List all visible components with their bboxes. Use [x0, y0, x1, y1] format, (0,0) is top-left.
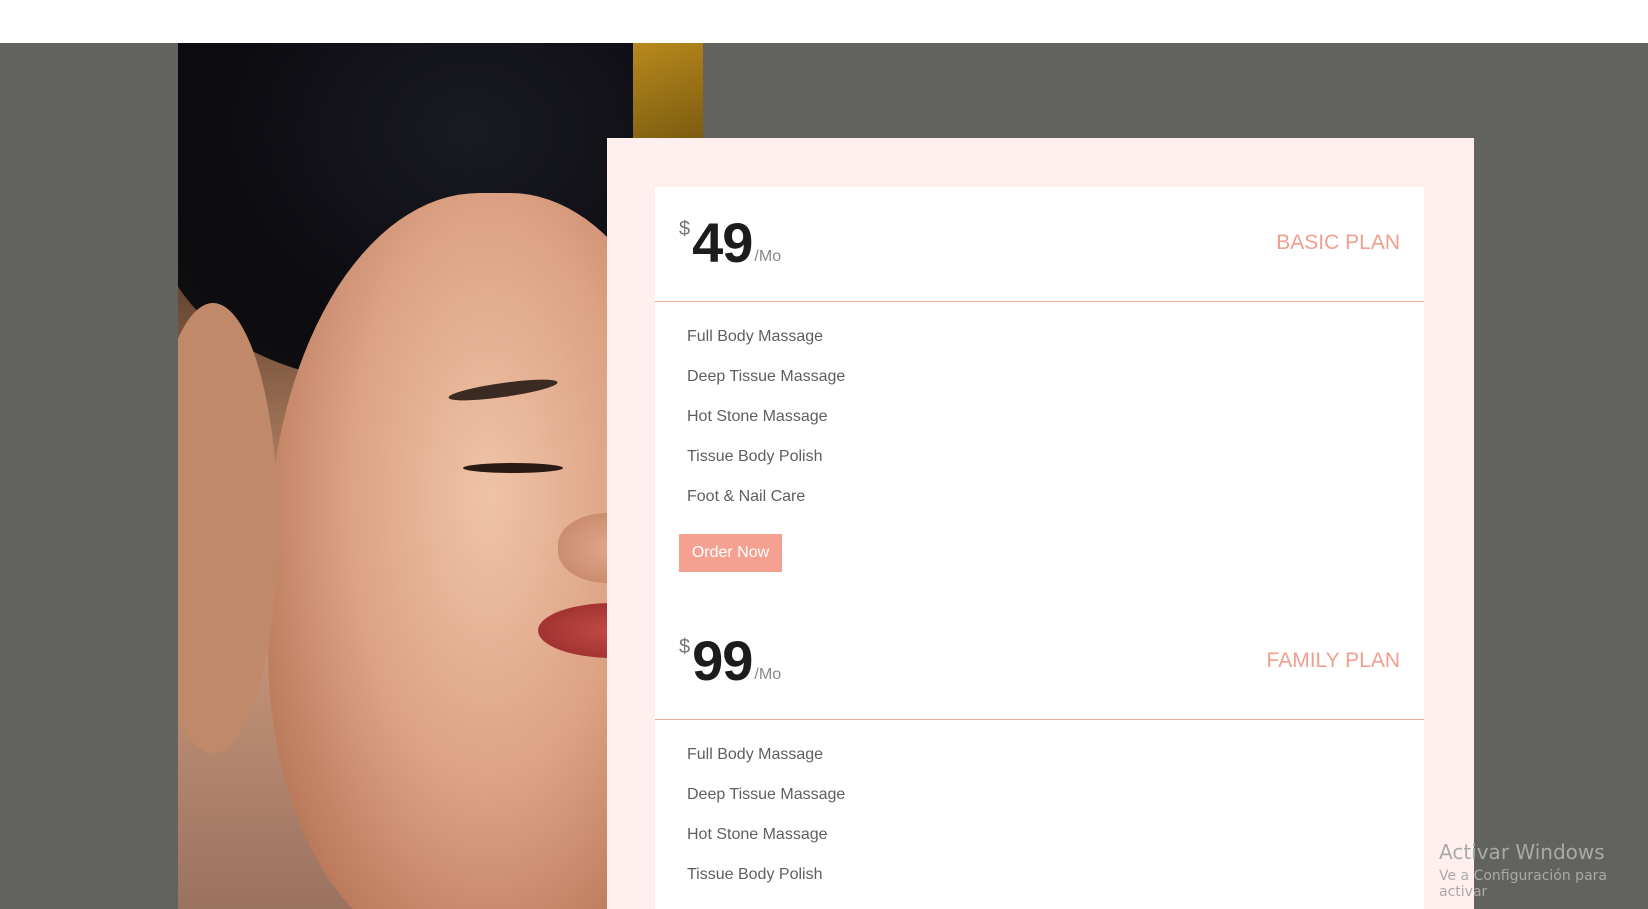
feature-item: Foot & Nail Care: [687, 488, 806, 505]
watermark-title: Activar Windows: [1439, 840, 1605, 864]
feature-list: Full Body Massage Deep Tissue Massage Ho…: [655, 720, 1424, 905]
feature-item: Tissue Body Polish: [687, 866, 823, 883]
feature-item: Deep Tissue Massage: [687, 786, 846, 803]
plan-header: $ 99 /Mo FAMILY PLAN: [655, 605, 1424, 720]
price-period: /Mo: [754, 666, 782, 683]
plan-header: $ 49 /Mo BASIC PLAN: [655, 187, 1424, 302]
feature-item: Hot Stone Massage: [687, 408, 828, 425]
plan-price: $ 49 /Mo: [679, 213, 781, 273]
feature-item: Full Body Massage: [687, 328, 824, 345]
plan-name: BASIC PLAN: [1276, 231, 1400, 254]
price-amount: 99: [692, 629, 753, 692]
watermark-subtitle: Ve a Configuración para activar: [1439, 868, 1607, 900]
pricing-panel: $ 49 /Mo BASIC PLAN Full Body Massage De…: [607, 138, 1474, 909]
windows-activation-watermark: Activar Windows Ve a Configuración para …: [1439, 840, 1648, 900]
currency-symbol: $: [679, 636, 691, 658]
pricing-card: $ 49 /Mo BASIC PLAN Full Body Massage De…: [655, 187, 1424, 909]
currency-symbol: $: [679, 218, 691, 240]
order-now-button[interactable]: Order Now: [679, 534, 782, 572]
feature-item: Tissue Body Polish: [687, 448, 823, 465]
price-period: /Mo: [754, 248, 782, 265]
plan-basic: $ 49 /Mo BASIC PLAN Full Body Massage De…: [655, 187, 1424, 572]
plan-price: $ 99 /Mo: [679, 631, 781, 691]
plan-name: FAMILY PLAN: [1266, 649, 1400, 672]
top-bar: [0, 0, 1648, 43]
price-amount: 49: [692, 211, 753, 274]
feature-item: Deep Tissue Massage: [687, 368, 846, 385]
plan-family: $ 99 /Mo FAMILY PLAN Full Body Massage D…: [655, 605, 1424, 905]
feature-item: Hot Stone Massage: [687, 826, 828, 843]
feature-item: Full Body Massage: [687, 746, 824, 763]
feature-list: Full Body Massage Deep Tissue Massage Ho…: [655, 302, 1424, 527]
